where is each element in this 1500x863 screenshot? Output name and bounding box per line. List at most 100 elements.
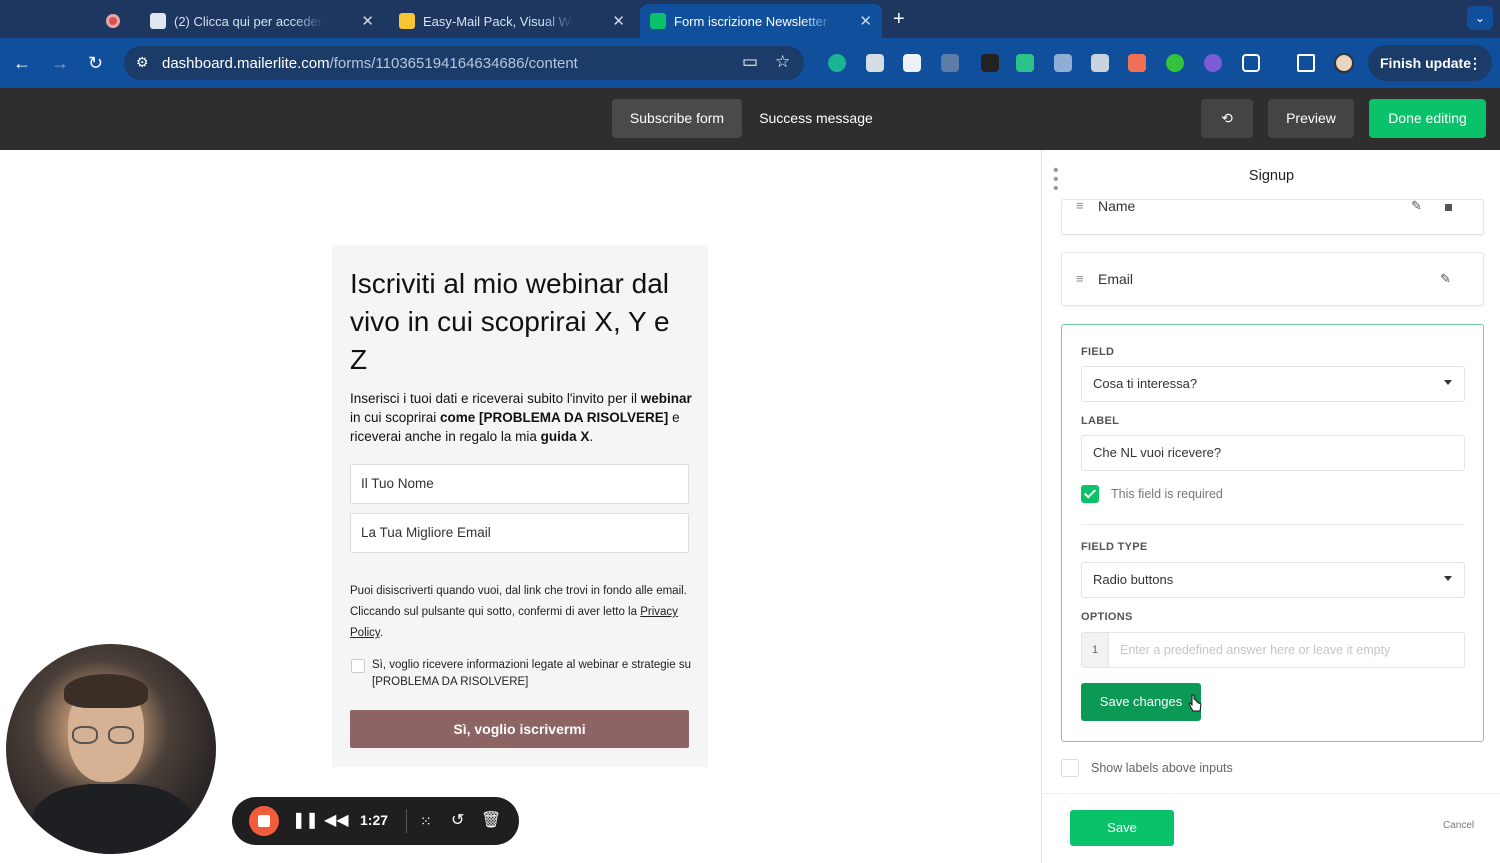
done-editing-button[interactable]: Done editing	[1369, 99, 1486, 138]
tab-title: (2) Clicca qui per accedere al	[174, 13, 324, 29]
side-panel-icon[interactable]	[1297, 54, 1315, 72]
extension-icon[interactable]	[1166, 54, 1184, 72]
new-tab-button[interactable]: +	[893, 8, 905, 31]
reload-icon[interactable]: ↻	[88, 52, 103, 74]
drag-icon[interactable]: ≡	[1076, 200, 1084, 213]
presenter-hair	[64, 674, 148, 708]
mail-icon	[150, 13, 166, 29]
profile-avatar[interactable]	[1334, 53, 1354, 73]
forward-arrow-icon[interactable]: →	[51, 52, 69, 74]
hand-cursor-icon	[1188, 694, 1202, 712]
rewind-icon[interactable]: ◀◀	[324, 811, 349, 831]
pencil-icon[interactable]: ✎	[1411, 200, 1422, 214]
chevron-down-icon[interactable]: ⌄	[1467, 6, 1493, 30]
tab-title: Form iscrizione Newsletter	[674, 13, 828, 29]
options-heading: OPTIONS	[1081, 611, 1133, 623]
close-tab-icon[interactable]: ✕	[612, 12, 625, 30]
extension-icon[interactable]	[1054, 54, 1072, 72]
form-description: Inserisci i tuoi dati e riceverai subito…	[350, 391, 692, 444]
divider	[1081, 524, 1465, 525]
presenter-body	[32, 784, 192, 854]
privacy-text: Puoi disiscriverti quando vuoi, dal link…	[350, 585, 687, 639]
required-checkbox[interactable]	[1081, 485, 1099, 503]
extension-icon[interactable]	[903, 54, 921, 72]
show-labels-checkbox[interactable]	[1061, 759, 1079, 777]
email-input[interactable]: La Tua Migliore Email	[350, 513, 689, 553]
field-label: Name	[1098, 199, 1136, 214]
editor-header: Subscribe form Success message ⟲ Preview…	[0, 88, 1500, 150]
form-title: Iscriviti al mio webinar dal vivo in cui…	[350, 268, 670, 375]
close-tab-icon[interactable]: ✕	[859, 12, 872, 30]
signup-settings-panel: • • • Signup ≡ Name ✎ ≡ Email ✎ FIELD Cosa…	[1041, 150, 1500, 863]
site-settings-icon[interactable]: ⚙	[136, 54, 149, 71]
caret-down-icon	[1444, 576, 1452, 581]
tab-miro[interactable]: Easy-Mail Pack, Visual Works ✕	[389, 4, 635, 38]
trash-icon[interactable]: 🗑	[481, 811, 501, 831]
cancel-button[interactable]: Cancel	[1443, 820, 1474, 831]
extension-icon[interactable]	[1128, 54, 1146, 72]
camera-icon[interactable]: ▭	[742, 52, 758, 72]
pause-icon[interactable]: ❚❚	[292, 811, 319, 831]
required-label: This field is required	[1111, 487, 1223, 501]
url-domain: dashboard.mailerlite.com	[162, 54, 330, 72]
panel-footer: Save Cancel	[1042, 793, 1500, 863]
field-type-select[interactable]: Radio buttons	[1081, 562, 1465, 598]
browser-tab-strip: (2) Clicca qui per accedere al ✕ Easy-Ma…	[0, 0, 1500, 38]
recording-toolbar: ❚❚ ◀◀ 1:27 ⁙ ↺ 🗑	[232, 797, 519, 845]
close-tab-icon[interactable]: ✕	[361, 12, 374, 30]
form-preview[interactable]: Iscriviti al mio webinar dal vivo in cui…	[332, 245, 708, 767]
caret-down-icon	[1444, 380, 1452, 385]
field-select[interactable]: Cosa ti interessa?	[1081, 366, 1465, 402]
extension-icon[interactable]	[981, 54, 999, 72]
extension-icon[interactable]	[1204, 54, 1222, 72]
grid-icon[interactable]: ⁙	[420, 811, 432, 831]
stop-recording-button[interactable]	[249, 806, 279, 836]
extension-icon[interactable]	[866, 54, 884, 72]
save-button[interactable]: Save	[1070, 810, 1174, 846]
restart-icon[interactable]: ↺	[451, 811, 464, 831]
pencil-icon[interactable]: ✎	[1440, 271, 1451, 287]
panel-title: Signup	[1248, 168, 1295, 184]
tab-mailerlite[interactable]: Form iscrizione Newsletter ✕	[640, 4, 882, 38]
label-input[interactable]: Che NL vuoi ricevere?	[1081, 435, 1465, 471]
back-arrow-icon[interactable]: ←	[13, 52, 31, 74]
tab-success-message[interactable]: Success message	[748, 99, 884, 138]
extension-icon[interactable]	[1091, 54, 1109, 72]
extension-icon[interactable]	[941, 54, 959, 72]
tab-recording[interactable]	[98, 4, 134, 38]
field-row-name[interactable]: ≡ Name ✎	[1061, 199, 1484, 235]
consent-checkbox[interactable]	[351, 659, 365, 673]
field-row-email[interactable]: ≡ Email ✎	[1061, 252, 1484, 306]
glasses-icon	[108, 726, 134, 744]
option-input[interactable]: 1 Enter a predefined answer here or leav…	[1081, 632, 1465, 668]
subscribe-button[interactable]: Sì, voglio iscrivermi	[350, 710, 689, 748]
history-icon[interactable]: ⟲	[1201, 99, 1253, 138]
tab-email[interactable]: (2) Clicca qui per accedere al ✕	[140, 4, 384, 38]
divider	[406, 809, 407, 833]
webcam-bubble[interactable]	[6, 644, 216, 854]
url-path: /forms/110365194164634686/content	[329, 54, 578, 72]
recording-time: 1:27	[360, 812, 389, 828]
extension-icon[interactable]	[828, 54, 846, 72]
label-heading: LABEL	[1081, 415, 1120, 427]
option-number: 1	[1082, 633, 1109, 667]
save-changes-button[interactable]: Save changes	[1081, 683, 1201, 721]
bookmark-star-icon[interactable]: ☆	[775, 52, 790, 72]
field-editor: FIELD Cosa ti interessa? LABEL Che NL vu…	[1061, 324, 1484, 742]
kebab-menu-icon[interactable]: ⋮	[1468, 45, 1482, 81]
preview-button[interactable]: Preview	[1268, 99, 1354, 138]
field-heading: FIELD	[1081, 346, 1115, 358]
tab-title: Easy-Mail Pack, Visual Works	[423, 13, 573, 29]
delete-icon[interactable]	[1445, 204, 1452, 211]
extension-icon[interactable]	[1016, 54, 1034, 72]
tab-subscribe-form[interactable]: Subscribe form	[612, 99, 742, 138]
address-bar[interactable]: ⚙ dashboard.mailerlite.com/forms/1103651…	[124, 46, 804, 80]
option-placeholder: Enter a predefined answer here or leave …	[1120, 643, 1391, 657]
drag-icon[interactable]: ≡	[1076, 271, 1084, 286]
name-input[interactable]: Il Tuo Nome	[350, 464, 689, 504]
puzzle-extensions-icon[interactable]	[1242, 54, 1260, 72]
miro-icon	[399, 13, 415, 29]
finish-update-button[interactable]: Finish update ⋮	[1368, 45, 1492, 81]
browser-toolbar: ← → ↻ ⚙ dashboard.mailerlite.com/forms/1…	[0, 38, 1500, 88]
mailerlite-icon	[650, 13, 666, 29]
